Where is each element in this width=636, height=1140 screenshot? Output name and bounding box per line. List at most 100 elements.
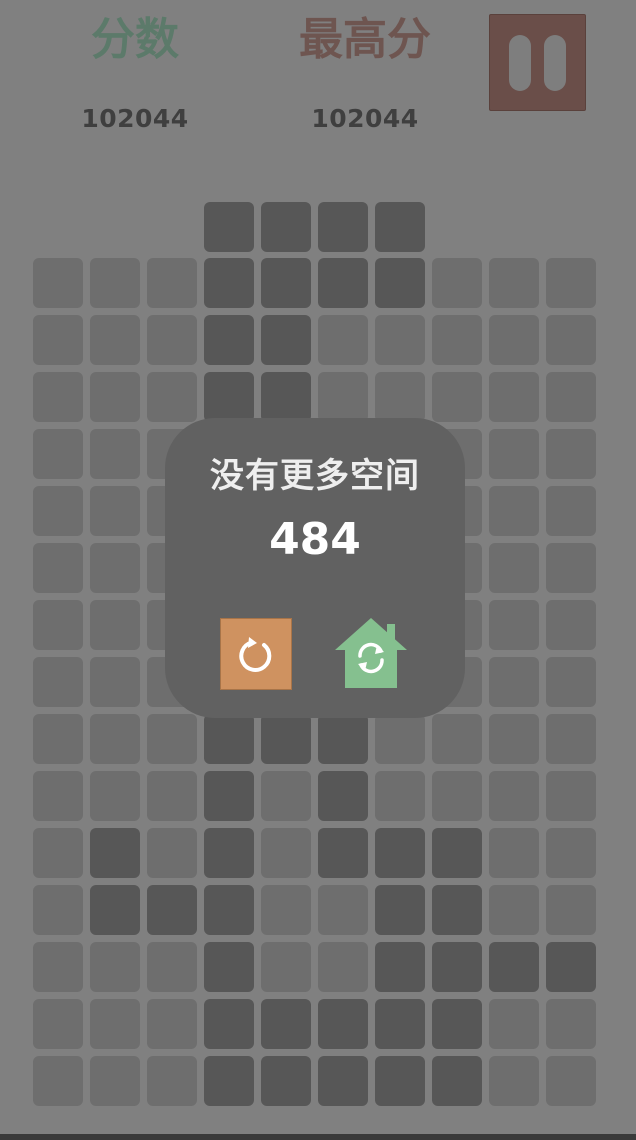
board-cell-empty xyxy=(90,600,140,650)
board-cell-empty xyxy=(147,999,197,1049)
board-cell-filled xyxy=(261,372,311,422)
board-cell-filled xyxy=(90,885,140,935)
board-cell-empty xyxy=(261,942,311,992)
board-cell-filled xyxy=(375,885,425,935)
board-cell-empty xyxy=(489,657,539,707)
board-cell-empty xyxy=(33,714,83,764)
board-cell-empty xyxy=(489,1056,539,1106)
board-cell-empty xyxy=(90,372,140,422)
home-restart-button[interactable] xyxy=(333,616,409,692)
board-cell-filled xyxy=(432,999,482,1049)
board-cell-empty xyxy=(546,600,596,650)
board-cell-filled xyxy=(489,942,539,992)
board-cell-empty xyxy=(90,1056,140,1106)
board-cell-filled xyxy=(318,828,368,878)
board-cell-filled xyxy=(375,942,425,992)
board-cell-filled xyxy=(318,714,368,764)
board-cell-filled xyxy=(375,258,425,308)
board-cell-empty xyxy=(90,714,140,764)
board-cell-empty xyxy=(33,258,83,308)
board-cell-filled xyxy=(375,999,425,1049)
board-cell-filled xyxy=(204,372,254,422)
board-cell-filled xyxy=(204,315,254,365)
board-cell-empty xyxy=(489,258,539,308)
board-cell-filled xyxy=(204,999,254,1049)
board-cell-empty xyxy=(432,315,482,365)
game-over-title: 没有更多空间 xyxy=(210,456,420,496)
board-cell-empty xyxy=(489,885,539,935)
board-cell-empty xyxy=(261,771,311,821)
board-cell-filled xyxy=(261,202,311,252)
board-cell-filled xyxy=(204,942,254,992)
board-cell-empty xyxy=(33,828,83,878)
board-cell-empty xyxy=(147,714,197,764)
board-cell-filled xyxy=(432,942,482,992)
final-score: 484 xyxy=(269,514,361,565)
board-cell-filled xyxy=(318,258,368,308)
board-cell-empty xyxy=(90,543,140,593)
board-cell-empty xyxy=(375,771,425,821)
best-score-label: 最高分 xyxy=(299,14,431,65)
board-cell-filled xyxy=(204,258,254,308)
board-cell-empty xyxy=(546,999,596,1049)
board-cell-filled xyxy=(318,999,368,1049)
board-cell-empty xyxy=(432,771,482,821)
board-cell-empty xyxy=(147,942,197,992)
board-cell-filled xyxy=(318,1056,368,1106)
board-cell-empty xyxy=(90,771,140,821)
board-cell-empty xyxy=(318,885,368,935)
board-cell-empty xyxy=(489,771,539,821)
board-cell-filled xyxy=(261,1056,311,1106)
board-cell-filled xyxy=(90,828,140,878)
board-cell-empty xyxy=(33,600,83,650)
board-cell-filled xyxy=(261,714,311,764)
board-cell-empty xyxy=(90,999,140,1049)
board-cell-empty xyxy=(147,1056,197,1106)
board-cell-empty xyxy=(33,429,83,479)
board-cell-filled xyxy=(261,999,311,1049)
board-cell-empty xyxy=(33,885,83,935)
board-cell-empty xyxy=(546,828,596,878)
best-score-value: 102044 xyxy=(311,104,419,133)
game-over-dialog: 没有更多空间 484 xyxy=(165,418,465,718)
board-cell-filled xyxy=(546,942,596,992)
board-cell-empty xyxy=(90,657,140,707)
board-cell-empty xyxy=(546,486,596,536)
board-cell-empty xyxy=(432,258,482,308)
board-cell-empty xyxy=(546,258,596,308)
board-cell-filled xyxy=(432,828,482,878)
board-cell-filled xyxy=(147,885,197,935)
board-cell-empty xyxy=(147,828,197,878)
board-cell-empty xyxy=(318,372,368,422)
board-cell-empty xyxy=(489,429,539,479)
board-cell-filled xyxy=(375,828,425,878)
board-cell-filled xyxy=(204,771,254,821)
board-cell-empty xyxy=(489,999,539,1049)
board-cell-filled xyxy=(432,885,482,935)
board-cell-empty xyxy=(489,828,539,878)
restart-icon xyxy=(239,637,272,672)
pause-bar-right xyxy=(544,35,566,91)
board-cell-filled xyxy=(432,1056,482,1106)
board-cell-empty xyxy=(90,486,140,536)
board-cell-filled xyxy=(375,202,425,252)
board-cell-empty xyxy=(489,486,539,536)
board-cell-empty xyxy=(546,714,596,764)
board-cell-empty xyxy=(432,372,482,422)
board-cell-empty xyxy=(147,372,197,422)
board-cell-empty xyxy=(33,372,83,422)
board-cell-empty xyxy=(261,885,311,935)
board-cell-empty xyxy=(147,315,197,365)
pause-bar-left xyxy=(509,35,531,91)
board-cell-empty xyxy=(489,600,539,650)
board-cell-filled xyxy=(204,714,254,764)
board-cell-filled xyxy=(375,1056,425,1106)
board-cell-empty xyxy=(375,372,425,422)
board-cell-empty xyxy=(33,657,83,707)
home-refresh-icon xyxy=(335,618,407,688)
board-cell-filled xyxy=(318,202,368,252)
board-cell-empty xyxy=(546,657,596,707)
restart-button[interactable] xyxy=(220,618,292,690)
pause-button[interactable] xyxy=(489,14,586,111)
board-cell-empty xyxy=(546,429,596,479)
